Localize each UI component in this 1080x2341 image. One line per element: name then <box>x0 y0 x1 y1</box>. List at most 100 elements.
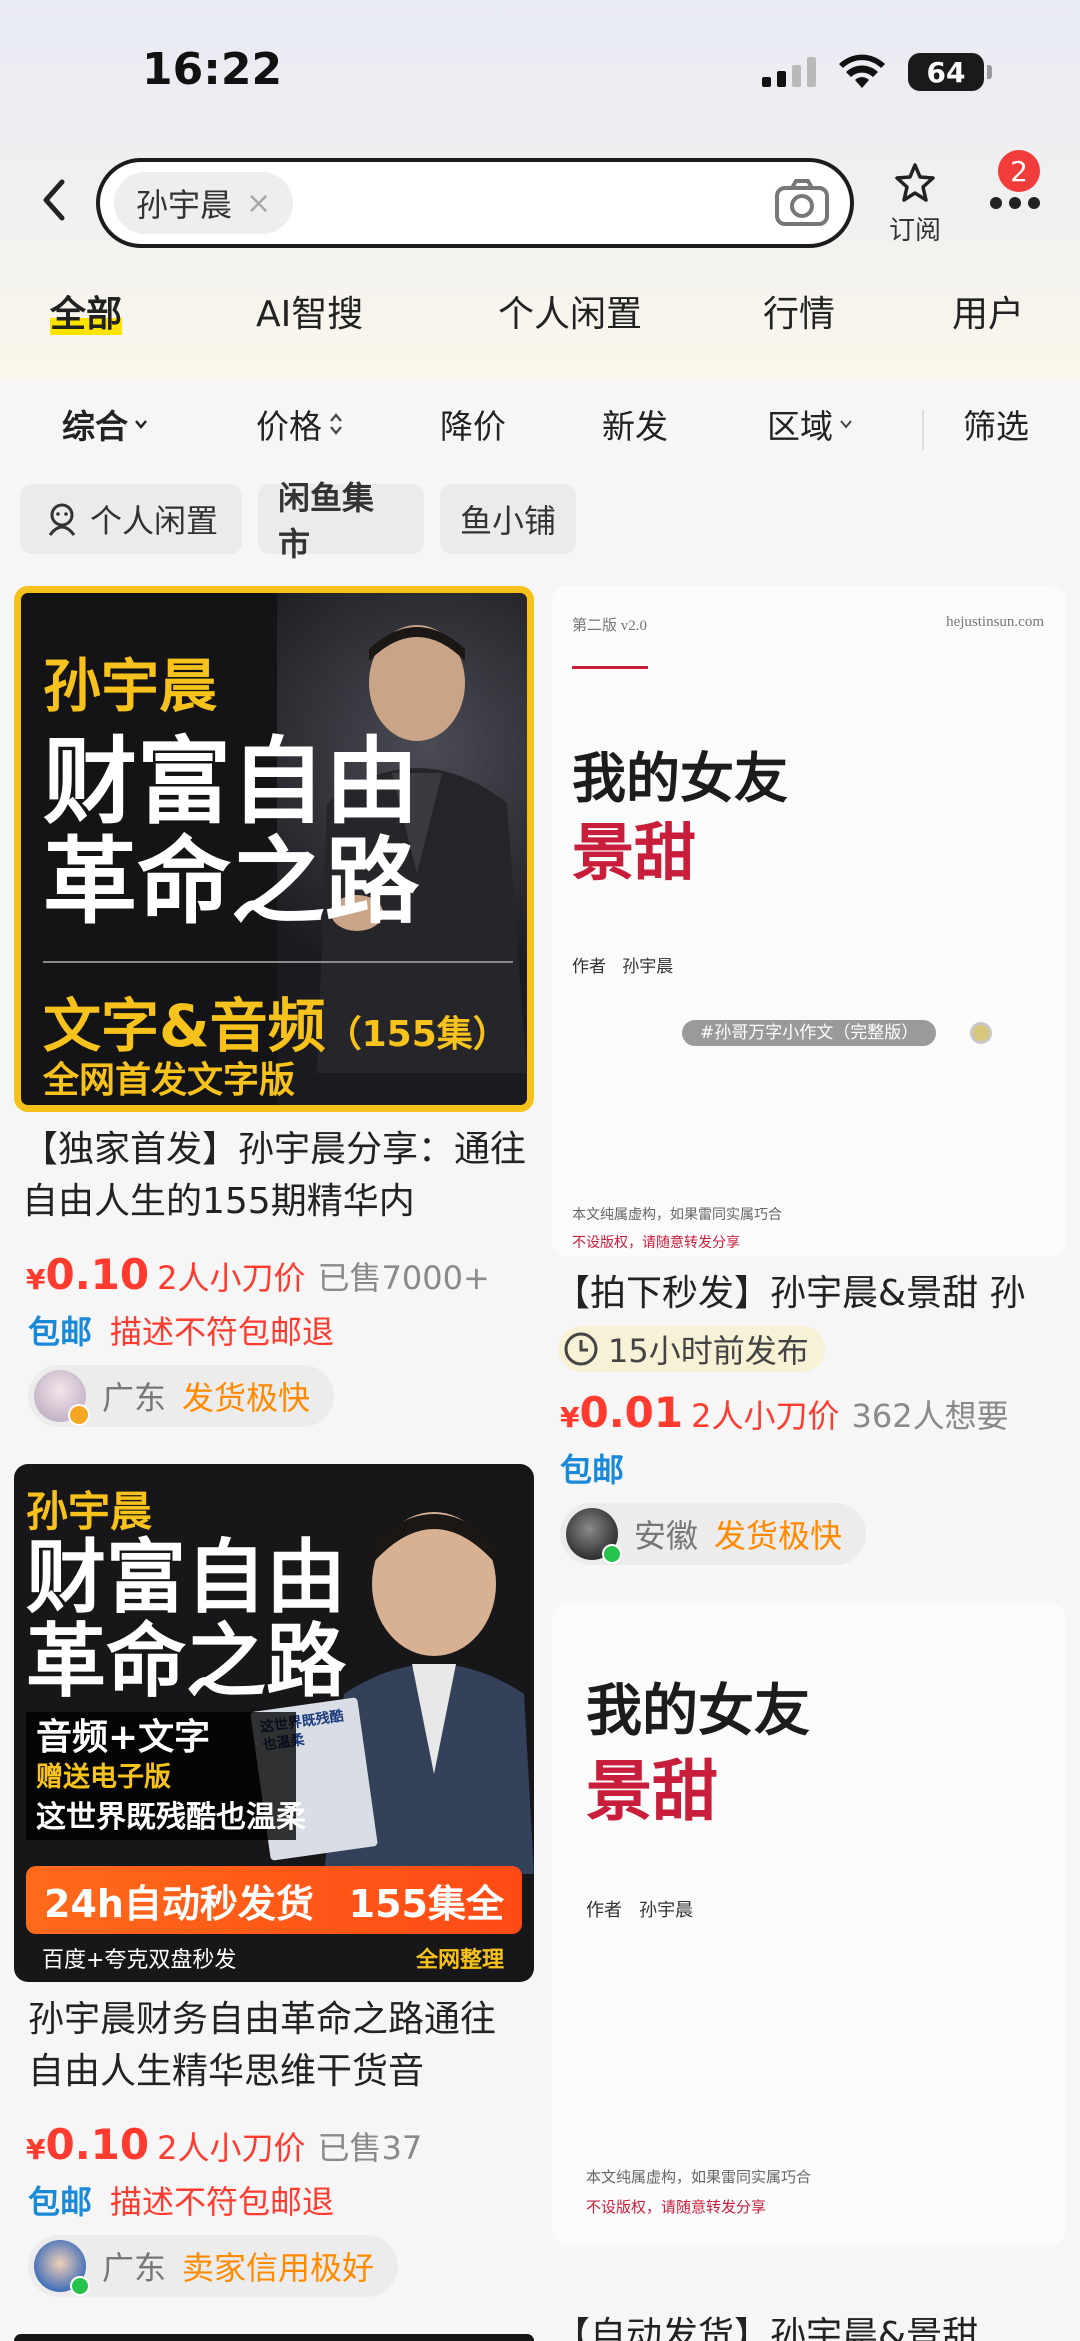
product-card[interactable]: 第二版 v2.0 hejustinsun.com 我的女友 景甜 作者 孙宇晨 … <box>552 586 1066 1565</box>
thumb-hashtag: #孙哥万字小作文（完整版） <box>682 1020 937 1046</box>
return-policy-tag: 描述不符包邮退 <box>110 1313 335 1351</box>
filter-price[interactable]: 价格 <box>256 400 344 448</box>
filter-label: 价格 <box>256 407 322 446</box>
quick-filter-shop[interactable]: 鱼小铺 <box>440 484 576 554</box>
currency-symbol: ¥ <box>26 1263 46 1296</box>
currency-symbol: ¥ <box>26 2133 46 2166</box>
price-row: ¥ 0.10 2人小刀价 已售37 <box>14 2120 534 2169</box>
chevron-down-icon <box>840 420 852 429</box>
free-shipping-tag: 包邮 <box>28 1313 93 1351</box>
thumb-headline: 财富自由 革命之路 <box>43 733 419 933</box>
category-tabs: 全部 AI智搜 个人闲置 行情 用户 <box>0 285 1080 345</box>
product-title[interactable]: 【自动发货】孙宇晨&景甜 <box>554 2310 978 2341</box>
author-name: 孙宇晨 <box>622 957 674 977</box>
thumb-headline: 我的女友 <box>586 1679 810 1744</box>
search-query-chip[interactable]: 孙宇晨 × <box>114 172 294 234</box>
return-policy-tag: 描述不符包邮退 <box>110 2183 335 2221</box>
tag-row: 包邮 描述不符包邮退 <box>14 1307 534 1353</box>
tag-row: 包邮 描述不符包邮退 <box>14 2177 534 2223</box>
camera-icon[interactable] <box>774 178 830 228</box>
clear-query-icon[interactable]: × <box>246 186 271 221</box>
thumb-author: 作者 孙宇晨 <box>572 952 673 977</box>
seller-info[interactable]: 广东 卖家信用极好 <box>28 2235 399 2297</box>
chevron-down-icon <box>135 420 147 429</box>
thumb-headline: 财富自由 革命之路 <box>26 1536 346 1704</box>
status-indicators: 64 <box>762 52 992 92</box>
bargain-label: 2人小刀价 <box>157 2129 306 2167</box>
search-input[interactable]: 孙宇晨 × <box>96 158 854 248</box>
seller-info[interactable]: 广东 发货极快 <box>28 1365 335 1427</box>
thumb-footer-left: 百度+夸克双盘秒发 <box>42 1948 237 1973</box>
notification-badge: 2 <box>998 150 1040 192</box>
tab-users[interactable]: 用户 <box>952 285 1024 337</box>
posted-text: 15小时前发布 <box>608 1332 809 1370</box>
back-arrow-icon[interactable] <box>30 170 80 230</box>
posted-time: 15小时前发布 <box>558 1326 825 1372</box>
tab-market[interactable]: 行情 <box>763 285 835 337</box>
filter-bar: 综合 价格 降价 新发 区域 筛选 <box>0 380 1080 480</box>
bargain-label: 2人小刀价 <box>157 1259 306 1297</box>
seller-location: 广东 <box>102 1379 167 1417</box>
tab-all[interactable]: 全部 <box>50 285 123 337</box>
product-price: 0.10 <box>45 1250 150 1299</box>
thumb-count: （155集） <box>325 1014 509 1055</box>
product-card[interactable]: 这世界既残酷也温柔 孙宇晨 财富自由 革命之路 音频+文字 赠送电子版 这世界既… <box>14 1464 534 2297</box>
filter-advanced[interactable]: 筛选 <box>963 400 1029 448</box>
tab-personal-idle[interactable]: 个人闲置 <box>498 285 642 337</box>
filter-label: 区域 <box>767 407 833 446</box>
filter-new[interactable]: 新发 <box>602 400 668 448</box>
thumb-accent-line <box>572 666 648 669</box>
thumb-promo-line: 音频+文字 <box>36 1717 211 1758</box>
thumb-divider <box>43 961 513 963</box>
product-thumbnail: 这世界既残酷也温柔 孙宇晨 财富自由 革命之路 音频+文字 赠送电子版 这世界既… <box>14 1464 534 1982</box>
thumb-footer-right: 全网整理 <box>415 1948 504 1973</box>
sold-count: 已售37 <box>317 2129 423 2167</box>
product-title[interactable]: 【拍下秒发】孙宇晨&景甜 孙 <box>552 1268 1066 1320</box>
quick-filter-market[interactable]: 闲鱼集市 <box>258 479 424 563</box>
seller-badge: 发货极快 <box>714 1517 843 1555</box>
product-thumbnail: 第二版 v2.0 hejustinsun.com 我的女友 景甜 作者 孙宇晨 … <box>552 586 1066 1256</box>
seller-badge: 卖家信用极好 <box>182 2249 375 2287</box>
sold-count: 已售7000+ <box>317 1259 490 1297</box>
tab-ai-search[interactable]: AI智搜 <box>256 285 363 337</box>
product-thumbnail: 我的女友 景甜 作者 孙宇晨 本文纯属虚构，如果雷同实属巧合 不设版权，请随意转… <box>552 1604 1066 2244</box>
product-card[interactable]: 我的女友 景甜 作者 孙宇晨 本文纯属虚构，如果雷同实属巧合 不设版权，请随意转… <box>552 1604 1066 2244</box>
thumb-promo-line: 这世界既残酷也温柔 <box>36 1800 306 1835</box>
quick-filter-personal[interactable]: 个人闲置 <box>20 484 242 554</box>
product-title[interactable]: 孙宇晨财务自由革命之路通往自由人生精华思维干货音 <box>14 1994 534 2098</box>
thumb-promo-box: 音频+文字 赠送电子版 这世界既残酷也温柔 <box>26 1712 306 1840</box>
filter-label: 综合 <box>62 407 128 446</box>
thumb-headline-accent: 景甜 <box>586 1753 718 1830</box>
status-time: 16:22 <box>142 44 283 95</box>
thumb-disclaimer: 本文纯属虚构，如果雷同实属巧合 <box>572 1207 782 1223</box>
author-label: 作者 <box>586 1900 622 1921</box>
subscribe-label: 订阅 <box>888 216 941 246</box>
online-status-icon <box>70 2276 90 2296</box>
person-icon <box>48 503 76 536</box>
wifi-icon <box>839 54 885 88</box>
filter-price-drop[interactable]: 降价 <box>440 400 506 448</box>
avatar <box>34 1370 90 1426</box>
more-options-button[interactable] <box>990 188 1046 218</box>
thumb-disclaimer: 不设版权，请随意转发分享 <box>586 2198 767 2216</box>
seller-info[interactable]: 安徽 发货极快 <box>560 1503 867 1565</box>
author-name: 孙宇晨 <box>639 1900 694 1921</box>
avatar <box>566 1508 622 1564</box>
thumb-name: 孙宇晨 <box>26 1487 153 1536</box>
product-thumbnail[interactable] <box>14 2334 534 2341</box>
tab-label: 全部 <box>50 294 123 335</box>
band-left: 24h自动秒发货 <box>44 1881 314 1926</box>
filter-comprehensive[interactable]: 综合 <box>62 400 148 448</box>
thumb-disclaimer: 本文纯属虚构，如果雷同实属巧合 <box>586 2168 812 2186</box>
filter-region[interactable]: 区域 <box>767 400 853 448</box>
product-title[interactable]: 【独家首发】孙宇晨分享：通往自由人生的155期精华内 <box>14 1124 534 1228</box>
product-price: 0.10 <box>45 2120 150 2169</box>
sort-updown-icon <box>330 413 342 435</box>
subscribe-button[interactable]: 订阅 <box>880 162 950 247</box>
thumb-promo-line: 赠送电子版 <box>36 1762 171 1793</box>
bargain-label: 2人小刀价 <box>691 1397 840 1435</box>
product-card[interactable]: 孙宇晨 财富自由 革命之路 文字&音频（155集） 全网首发文字版 【独家首发】… <box>14 586 534 1427</box>
price-row: ¥ 0.01 2人小刀价 362人想要 <box>552 1388 1066 1437</box>
dot-icon <box>990 197 1002 209</box>
currency-symbol: ¥ <box>560 1401 580 1434</box>
